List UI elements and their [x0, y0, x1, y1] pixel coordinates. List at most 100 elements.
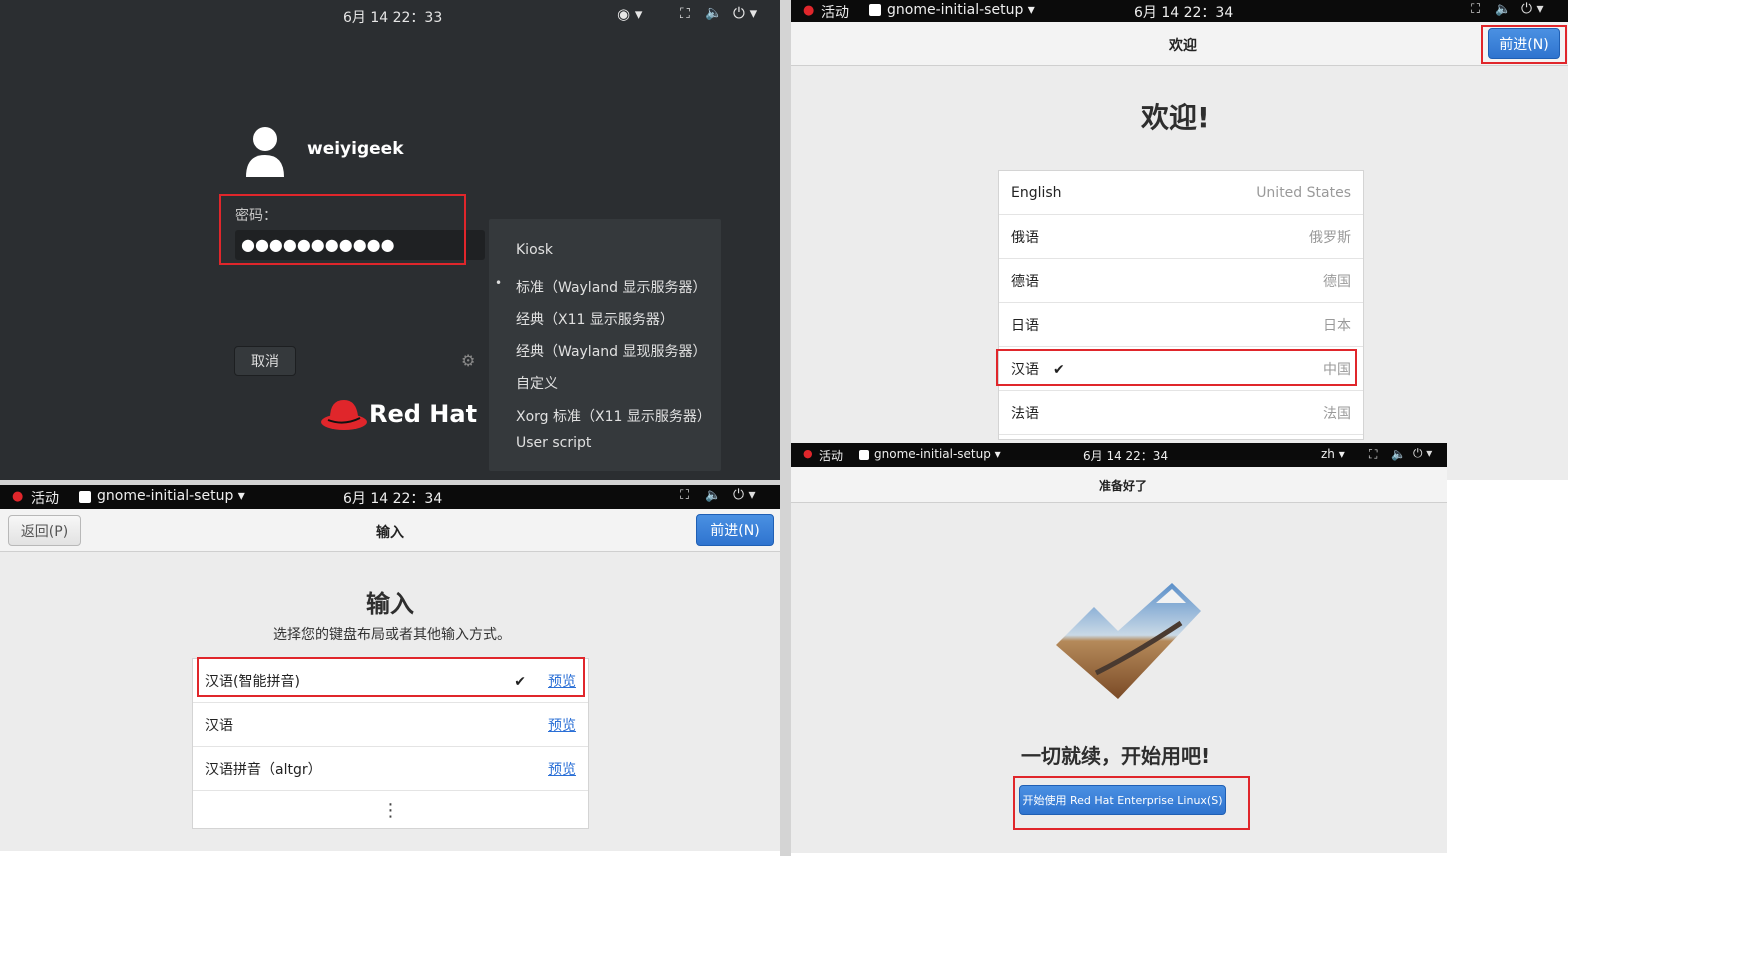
session-option[interactable]: Xorg 标准（X11 显示服务器） — [489, 402, 721, 428]
input-subtitle: 选择您的键盘布局或者其他输入方式。 — [273, 627, 511, 643]
welcome-topbar: ● 活动 gnome-initial-setup ▾ 6月 14 22：34 ⛶… — [791, 0, 1568, 22]
app-menu[interactable]: gnome-initial-setup ▾ — [887, 2, 1035, 18]
app-icon — [859, 450, 869, 460]
avatar — [245, 125, 285, 177]
volume-icon[interactable]: 🔈 — [705, 488, 721, 503]
redhat-icon: ● — [803, 447, 813, 460]
activities-button[interactable]: 活动 — [821, 2, 849, 22]
gear-icon[interactable]: ⚙ — [461, 351, 475, 370]
language-name: 法语 — [1011, 405, 1039, 422]
network-icon[interactable]: ⛶ — [680, 488, 689, 503]
language-row[interactable]: 汉语 ✔ 中国 — [999, 347, 1363, 391]
preview-link[interactable]: 预览 — [548, 674, 576, 690]
session-option-label: 标准（Wayland 显示服务器） — [516, 280, 707, 296]
welcome-panel: ● 活动 gnome-initial-setup ▾ 6月 14 22：34 ⛶… — [791, 0, 1568, 480]
language-name: 汉语 — [1011, 361, 1039, 378]
header-title: 欢迎 — [1169, 38, 1197, 54]
preview-link[interactable]: 预览 — [548, 718, 576, 734]
redhat-icon: ● — [12, 489, 24, 504]
language-region: 法国 — [1323, 405, 1351, 422]
volume-icon[interactable]: 🔈 — [1495, 2, 1511, 17]
language-row[interactable]: 俄语 俄罗斯 — [999, 215, 1363, 259]
welcome-heading: 欢迎! — [1141, 101, 1210, 134]
activities-button[interactable]: 活动 — [819, 447, 843, 464]
cancel-button[interactable]: 取消 — [234, 346, 296, 376]
input-panel: ● 活动 gnome-initial-setup ▾ 6月 14 22：34 ⛶… — [0, 485, 781, 851]
language-indicator[interactable]: zh ▾ — [1321, 447, 1345, 461]
language-row[interactable]: 法语 法国 — [999, 391, 1363, 435]
row-actions: ✔ 预览 — [514, 671, 576, 691]
language-list: English United States 俄语 俄罗斯德语 德国日语 日本汉语 ✔ 中国法语… — [998, 170, 1364, 440]
clock: 6月 14 22：34 — [343, 491, 443, 507]
header-title: 输入 — [376, 525, 404, 541]
session-option[interactable]: • 标准（Wayland 显示服务器） — [489, 273, 721, 299]
language-name: 俄语 — [1011, 229, 1039, 246]
next-button[interactable]: 前进(N) — [1488, 28, 1560, 59]
more-options-button[interactable]: ⋮ — [193, 791, 588, 829]
input-source-name: 汉语(智能拼音) — [205, 673, 300, 690]
app-menu[interactable]: gnome-initial-setup ▾ — [97, 488, 245, 504]
network-icon[interactable]: ⛶ — [1369, 447, 1377, 462]
password-field[interactable]: ●●●●●●●●●●● — [235, 230, 485, 260]
app-icon — [79, 491, 91, 503]
clock: 6月 14 22：34 — [1134, 5, 1234, 21]
language-region: 德国 — [1323, 273, 1351, 290]
login-panel: 6月 14 22：33 ◉ ▾ ⛶ 🔈 ⏻ ▾ weiyigeek 密码： ●●… — [0, 0, 780, 484]
session-option-label: User script — [516, 435, 592, 451]
row-actions: 预览 — [548, 715, 576, 735]
language-row[interactable]: 德语 德国 — [999, 259, 1363, 303]
language-region: 日本 — [1323, 317, 1351, 334]
ready-topbar: ● 活动 gnome-initial-setup ▾ 6月 14 22：34 z… — [791, 443, 1447, 467]
checkmark-image — [1056, 583, 1201, 703]
welcome-header: 欢迎 前进(N) — [791, 22, 1568, 66]
row-actions: 预览 — [548, 759, 576, 779]
session-option[interactable]: 自定义 — [489, 369, 721, 395]
app-icon — [869, 4, 881, 16]
check-icon: ✔ — [514, 673, 526, 690]
more-icon: ⋮ — [381, 799, 400, 821]
input-source-row[interactable]: 汉语(智能拼音) ✔ 预览 — [193, 659, 588, 703]
preview-link[interactable]: 预览 — [548, 762, 576, 778]
session-option[interactable]: 经典（X11 显示服务器） — [489, 305, 721, 331]
session-option-label: Kiosk — [516, 242, 554, 258]
power-icon[interactable]: ⏻ ▾ — [733, 487, 756, 503]
volume-icon[interactable]: 🔈 — [1391, 447, 1406, 461]
network-icon[interactable]: ⛶ — [680, 6, 690, 22]
language-row[interactable]: 日语 日本 — [999, 303, 1363, 347]
power-icon[interactable]: ⏻ ▾ — [733, 4, 757, 22]
language-region: United States — [1256, 184, 1351, 201]
next-button[interactable]: 前进(N) — [696, 514, 774, 546]
session-option[interactable]: User script — [489, 431, 721, 457]
power-icon[interactable]: ⏻ ▾ — [1521, 1, 1544, 17]
activities-button[interactable]: 活动 — [31, 488, 59, 508]
language-name: 日语 — [1011, 317, 1039, 334]
session-option-label: 经典（X11 显示服务器） — [516, 312, 674, 328]
input-source-row[interactable]: 汉语拼音（altgr） 预览 — [193, 747, 588, 791]
session-option-label: 自定义 — [516, 376, 558, 392]
language-name-group: 日语 — [1011, 315, 1039, 335]
accessibility-icon[interactable]: ◉ ▾ — [617, 5, 642, 23]
back-button[interactable]: 返回(P) — [8, 515, 81, 546]
password-label: 密码： — [235, 208, 277, 224]
session-option[interactable]: Kiosk — [489, 238, 721, 264]
volume-icon[interactable]: 🔈 — [705, 5, 722, 21]
clock: 6月 14 22：34 — [1083, 449, 1169, 463]
language-name-group: 汉语 ✔ — [1011, 359, 1065, 379]
selected-bullet: • — [495, 276, 503, 290]
power-icon[interactable]: ⏻ ▾ — [1413, 446, 1432, 461]
session-option[interactable]: 经典（Wayland 显现服务器） — [489, 337, 721, 363]
app-menu[interactable]: gnome-initial-setup ▾ — [874, 447, 1001, 461]
brand-text: Red Hat — [369, 400, 478, 428]
ready-panel: ● 活动 gnome-initial-setup ▾ 6月 14 22：34 z… — [791, 443, 1447, 853]
clock: 6月 14 22：33 — [343, 10, 443, 26]
language-region: 中国 — [1323, 361, 1351, 378]
language-name: 德语 — [1011, 273, 1039, 290]
session-option-label: Xorg 标准（X11 显示服务器） — [516, 409, 711, 425]
language-row[interactable]: English United States — [999, 171, 1363, 215]
session-option-label: 经典（Wayland 显现服务器） — [516, 344, 707, 360]
input-source-row[interactable]: 汉语 预览 — [193, 703, 588, 747]
start-button[interactable]: 开始使用 Red Hat Enterprise Linux(S) — [1019, 785, 1226, 815]
network-icon[interactable]: ⛶ — [1471, 2, 1480, 17]
ready-heading: 一切就续，开始用吧! — [1021, 744, 1211, 768]
header-title: 准备好了 — [1099, 479, 1148, 493]
